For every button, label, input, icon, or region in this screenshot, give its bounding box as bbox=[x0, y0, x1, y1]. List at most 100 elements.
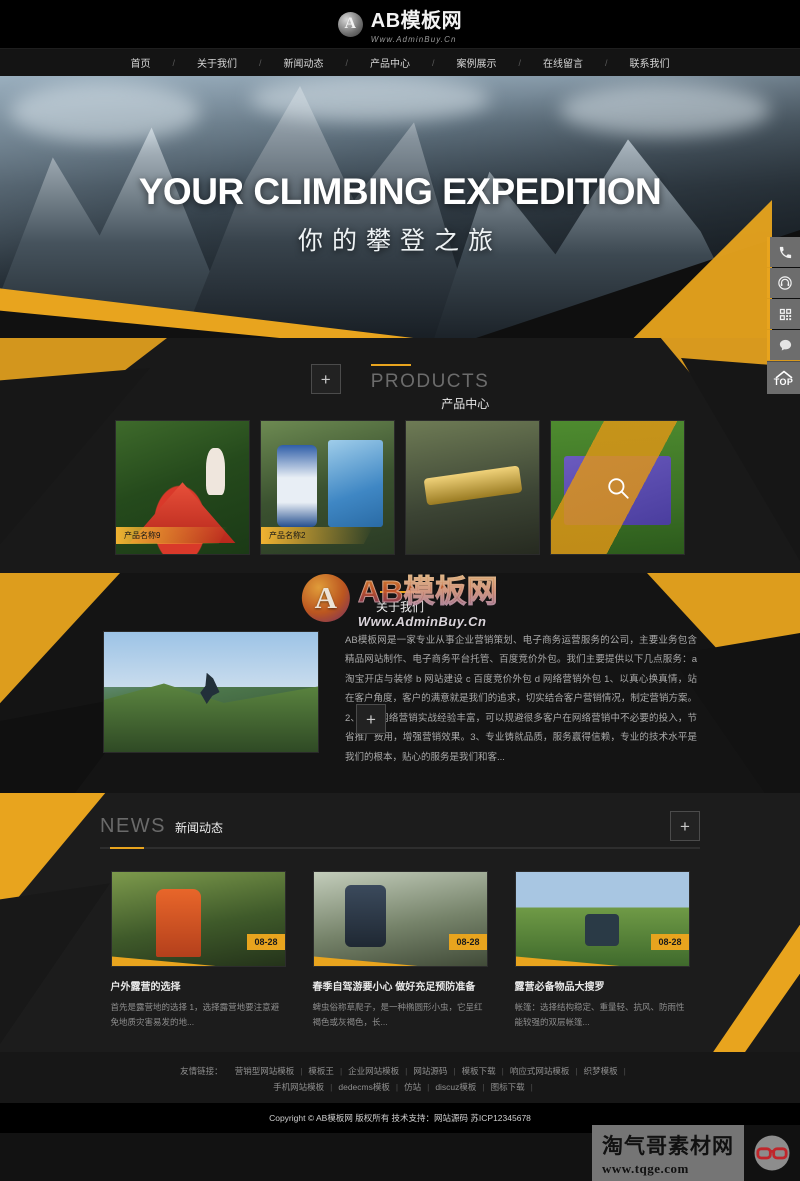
phone-icon bbox=[779, 246, 791, 258]
friend-link[interactable]: 手机网站模板 bbox=[267, 1082, 330, 1092]
friend-link[interactable]: 模板下载 bbox=[456, 1066, 502, 1076]
message-icon-button[interactable] bbox=[767, 330, 800, 360]
back-to-top-button[interactable]: TOP bbox=[767, 361, 800, 394]
friend-link[interactable]: 模板王 bbox=[302, 1066, 340, 1076]
nav-item-6[interactable]: 联系我们 bbox=[608, 55, 692, 70]
products-header: + PRODUCTS 产品中心 bbox=[0, 364, 800, 411]
nav-item-5[interactable]: 在线留言 bbox=[521, 55, 605, 70]
site-logo[interactable]: A AB模板网 Www.AdminBuy.Cn bbox=[337, 4, 462, 44]
hero-title-en: YOUR CLIMBING EXPEDITION bbox=[138, 171, 662, 212]
friend-link[interactable]: 响应式网站模板 bbox=[504, 1066, 576, 1076]
brand-logo bbox=[744, 1125, 800, 1181]
cloud-right bbox=[560, 84, 770, 136]
phone-icon-button[interactable] bbox=[767, 237, 800, 267]
nav-item-4[interactable]: 案例展示 bbox=[435, 55, 519, 70]
cloud-left bbox=[10, 82, 200, 142]
product-card-label: 产品名称2 bbox=[261, 527, 373, 544]
friend-link[interactable]: dedecms模板 bbox=[332, 1082, 396, 1092]
accent-rule bbox=[370, 364, 411, 366]
logo-subtitle: Www.AdminBuy.Cn bbox=[370, 35, 457, 44]
hero-text: YOUR CLIMBING EXPEDITION 你的攀登之旅 bbox=[0, 171, 800, 257]
message-icon bbox=[779, 339, 791, 350]
brand-url: www.tqge.com bbox=[602, 1160, 689, 1176]
magnifier-icon bbox=[607, 477, 629, 499]
friend-links-row-1: 友情链接： 营销型网站模板 | 模板王 | 企业网站模板 | 网站源码 | 模板下载 | 响应式网站模… bbox=[0, 1063, 800, 1079]
friend-link[interactable]: discuz模板 bbox=[429, 1082, 482, 1092]
about-body: AB模板网是一家专业从事企业营销策划、电子商务运营服务的公司，主要业务包含精品网… bbox=[0, 631, 800, 767]
news-title-cn: 新闻动态 bbox=[175, 820, 224, 835]
logo-text: AB模板网 Www.AdminBuy.Cn bbox=[371, 4, 462, 44]
news-title-en: NEWS bbox=[100, 814, 166, 837]
logo-mark-icon: A bbox=[337, 11, 363, 37]
glasses-icon bbox=[754, 1135, 790, 1171]
about-title-cn: 关于我们 bbox=[375, 600, 424, 614]
hero-title-cn: 你的攀登之旅 bbox=[297, 227, 502, 255]
accent-rule bbox=[110, 847, 144, 850]
news-list-item[interactable]: 08-28 春季自驾游要小心 做好充足预防准备 蜱虫俗称草爬子，是一种椭圆形小虫… bbox=[312, 871, 488, 1030]
about-header: 关于我们 bbox=[0, 591, 800, 615]
backpack-figure bbox=[344, 885, 387, 948]
news-date-badge: 08-28 bbox=[449, 934, 487, 951]
products-title-group: PRODUCTS 产品中心 bbox=[370, 364, 490, 412]
friend-link[interactable]: 营销型网站模板 bbox=[229, 1066, 301, 1076]
news-more-button[interactable]: + bbox=[670, 811, 700, 842]
accent-rule bbox=[380, 591, 420, 593]
flashlight-shape bbox=[423, 464, 522, 505]
friend-link[interactable]: 仿站 bbox=[398, 1082, 427, 1092]
products-grid: 产品名称9 产品名称2 bbox=[0, 420, 800, 555]
qrcode-icon bbox=[779, 308, 791, 320]
about-paragraph: AB模板网是一家专业从事企业营销策划、电子商务运营服务的公司，主要业务包含精品网… bbox=[345, 635, 697, 763]
brand-name-cn: 淘气哥素材网 bbox=[602, 1134, 734, 1158]
friend-link[interactable]: 图标下载 bbox=[485, 1082, 531, 1092]
news-date-badge: 08-28 bbox=[247, 934, 285, 951]
link-separator: | bbox=[623, 1066, 626, 1077]
news-item-title[interactable]: 户外露营的选择 bbox=[111, 978, 286, 993]
news-list-item[interactable]: 08-28 户外露营的选择 首先是露营地的选择 1，选择露营地要注意避免地质灾害… bbox=[110, 871, 286, 1030]
nav-item-3[interactable]: 产品中心 bbox=[348, 55, 432, 70]
nav-item-1[interactable]: 关于我们 bbox=[175, 55, 259, 70]
products-more-button[interactable]: + bbox=[310, 364, 341, 394]
thumbnail-accent-wedge bbox=[515, 956, 623, 967]
products-section: + PRODUCTS 产品中心 产品名称9 产品名称2 bbox=[0, 338, 800, 573]
news-item-summary: 蜱虫俗称草爬子，是一种椭圆形小虫，它呈红褐色或灰褐色，长... bbox=[312, 1002, 483, 1028]
product-card-hover-overlay[interactable] bbox=[551, 421, 684, 554]
news-item-summary: 帐篷：选择结构稳定、重量轻、抗风、防雨性能较强的双层帐篷... bbox=[514, 1002, 685, 1028]
friend-link[interactable]: 企业网站模板 bbox=[342, 1066, 405, 1076]
hiker-figure bbox=[156, 889, 202, 957]
about-section: 关于我们 AB模板网是一家专业从事企业营销策划、电子商务运营服务的公司，主要业务… bbox=[0, 573, 800, 794]
about-more-button[interactable]: + bbox=[356, 704, 386, 734]
brand-text: 淘气哥素材网 www.tqge.com bbox=[592, 1125, 744, 1181]
logo-title: AB模板网 bbox=[370, 10, 463, 32]
products-title-en: PRODUCTS bbox=[370, 371, 490, 392]
product-card[interactable] bbox=[550, 420, 685, 555]
news-thumbnail: 08-28 bbox=[110, 871, 286, 968]
qrcode-icon-button[interactable] bbox=[767, 299, 800, 329]
product-card[interactable]: 产品名称2 bbox=[260, 420, 395, 555]
site-footer: 友情链接： 营销型网站模板 | 模板王 | 企业网站模板 | 网站源码 | 模板下载 | 响应式网站模… bbox=[0, 1052, 800, 1134]
news-title-group: NEWS 新闻动态 bbox=[100, 815, 223, 838]
hero-banner: YOUR CLIMBING EXPEDITION 你的攀登之旅 bbox=[0, 76, 800, 338]
headset-icon bbox=[778, 276, 792, 290]
cloud-center bbox=[250, 76, 490, 122]
product-card[interactable] bbox=[405, 420, 540, 555]
news-thumbnail: 08-28 bbox=[514, 871, 690, 968]
product-card[interactable]: 产品名称9 bbox=[115, 420, 250, 555]
news-item-title[interactable]: 露营必备物品大搜罗 bbox=[515, 978, 690, 993]
about-image bbox=[103, 631, 319, 753]
nav-item-0[interactable]: 首页 bbox=[108, 55, 172, 70]
news-section: NEWS 新闻动态 + 08-28 户外露营的选择 首先是露营地的选择 1，选择… bbox=[0, 793, 800, 1053]
friend-link[interactable]: 网站源码 bbox=[407, 1066, 453, 1076]
headset-icon-button[interactable] bbox=[767, 268, 800, 298]
news-item-title[interactable]: 春季自驾游要小心 做好充足预防准备 bbox=[313, 978, 488, 993]
news-date-badge: 08-28 bbox=[651, 934, 689, 951]
lantern-shape bbox=[276, 444, 317, 528]
products-title-cn: 产品中心 bbox=[441, 397, 490, 411]
back-to-top-label: TOP bbox=[773, 376, 794, 387]
news-list-item[interactable]: 08-28 露营必备物品大搜罗 帐篷：选择结构稳定、重量轻、抗风、防雨性能较强的… bbox=[514, 871, 690, 1030]
brand-watermark-bar: 淘气哥素材网 www.tqge.com bbox=[592, 1125, 800, 1181]
person-shape bbox=[206, 447, 226, 496]
nav-item-2[interactable]: 新闻动态 bbox=[261, 55, 345, 70]
friend-link[interactable]: 织梦模板 bbox=[578, 1066, 624, 1076]
friend-links-row-2: 手机网站模板 | dedecms模板 | 仿站 | discuz模板 | 图标下载 | bbox=[0, 1079, 800, 1095]
friend-links-label: 友情链接： bbox=[180, 1066, 223, 1077]
